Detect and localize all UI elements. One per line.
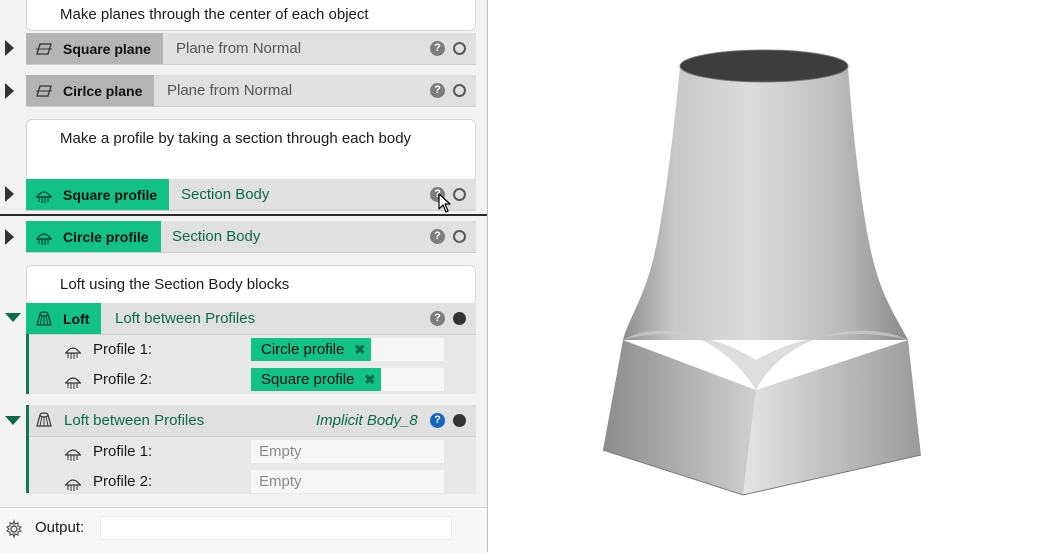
parameter-placeholder: Empty [259,473,302,490]
plane-icon [34,39,54,59]
block-header[interactable]: Cirlce plane Plane from Normal ? [26,75,476,107]
expand-arrow-icon[interactable] [5,186,14,202]
lofted-solid-render [602,49,922,496]
gear-icon[interactable] [4,519,24,539]
block-parameters: Profile 1: Circle profile ✖ Profile 2: S… [29,335,476,394]
block-type-chip[interactable]: Square profile [26,179,170,210]
reference-label: Square profile [261,371,355,388]
parameter-input[interactable]: Circle profile ✖ [251,338,444,361]
block-header[interactable]: Loft Loft between Profiles ? [26,303,476,335]
square-profile-block[interactable]: Square profile Section Body ? [26,179,476,211]
block-parameters: Profile 1: Empty Profile 2: Empty [29,437,476,494]
block-type-label: Square plane [63,40,151,57]
output-bar: Output: [0,507,487,553]
block-type-label: Circle profile [63,228,149,245]
collapse-arrow-icon[interactable] [5,416,21,425]
block-header[interactable]: Square profile Section Body ? [26,179,476,211]
help-icon[interactable]: ? [430,229,445,244]
section-icon [34,185,54,205]
parameter-row: Profile 1: Empty [29,437,476,467]
comment-text: Loft using the Section Body blocks [60,276,290,293]
loft-icon [34,410,54,430]
circle-plane-block[interactable]: Cirlce plane Plane from Normal ? [26,75,476,107]
block-header[interactable]: Loft between Profiles Implicit Body_8 ? [29,405,476,437]
block-type-chip[interactable]: Loft [26,303,102,334]
expand-arrow-icon[interactable] [5,40,14,56]
loft-block[interactable]: Loft Loft between Profiles ? Profile 1: … [26,303,476,394]
parameter-row: Profile 1: Circle profile ✖ [29,335,476,365]
insertion-divider [0,214,487,216]
block-operation-label: Loft between Profiles [115,310,256,327]
comment-text: Make planes through the center of each o… [60,6,369,23]
output-label: Output: [35,519,85,536]
comment-box[interactable]: Make a profile by taking a section throu… [26,119,476,181]
remove-icon[interactable]: ✖ [354,342,365,358]
comment-box[interactable]: Make planes through the center of each o… [26,0,476,31]
help-icon[interactable]: ? [430,41,445,56]
visibility-toggle-icon[interactable] [453,84,466,97]
expand-arrow-icon[interactable] [5,83,14,99]
visibility-toggle-icon[interactable] [453,414,466,427]
reference-chip[interactable]: Circle profile ✖ [251,338,372,361]
help-icon[interactable]: ? [430,413,445,428]
comment-text: Make a profile by taking a section throu… [60,130,412,147]
mouse-cursor-icon [438,193,451,213]
visibility-toggle-icon[interactable] [453,312,466,325]
parameter-input[interactable]: Empty [251,470,444,493]
visibility-toggle-icon[interactable] [453,188,466,201]
visibility-toggle-icon[interactable] [453,230,466,243]
parameter-label: Profile 1: [93,443,153,460]
block-operation-label: Section Body [181,186,270,203]
square-plane-block[interactable]: Square plane Plane from Normal ? [26,33,476,65]
parameter-label: Profile 2: [93,371,153,388]
block-output-label: Implicit Body_8 [316,412,418,429]
expand-arrow-icon[interactable] [5,229,14,245]
block-operation-label: Plane from Normal [176,40,302,57]
circle-profile-block[interactable]: Circle profile Section Body ? [26,221,476,253]
section-icon [63,371,83,391]
reference-chip[interactable]: Square profile ✖ [251,368,382,391]
visibility-toggle-icon[interactable] [453,42,466,55]
block-type-chip[interactable]: Circle profile [26,221,161,252]
section-icon [63,443,83,463]
block-type-chip[interactable]: Square plane [26,33,163,64]
collapse-arrow-icon[interactable] [5,313,21,322]
block-operation-label: Loft between Profiles [64,412,205,429]
block-type-label: Cirlce plane [63,82,143,99]
remove-icon[interactable]: ✖ [364,372,375,388]
parameter-placeholder: Empty [259,443,302,460]
block-operation-label: Section Body [172,228,261,245]
block-operation-label: Plane from Normal [167,82,293,99]
parameter-row: Profile 2: Square profile ✖ [29,365,476,395]
parameter-label: Profile 2: [93,473,153,490]
help-icon[interactable]: ? [430,311,445,326]
help-icon[interactable]: ? [430,83,445,98]
parameter-row: Profile 2: Empty [29,467,476,497]
section-icon [63,473,83,493]
loft-icon [34,309,54,329]
parameter-input[interactable]: Square profile ✖ [251,368,444,391]
block-type-chip[interactable]: Cirlce plane [26,75,155,106]
plane-icon [34,81,54,101]
loft-implicit-block[interactable]: Loft between Profiles Implicit Body_8 ? … [26,405,476,494]
graph-panel: Make planes through the center of each o… [0,0,488,553]
parameter-label: Profile 1: [93,341,153,358]
block-header[interactable]: Square plane Plane from Normal ? [26,33,476,65]
parameter-input[interactable]: Empty [251,440,444,463]
block-header[interactable]: Circle profile Section Body ? [26,221,476,253]
section-icon [34,227,54,247]
comment-box[interactable]: Loft using the Section Body blocks [26,265,476,305]
section-icon [63,341,83,361]
3d-viewport[interactable] [488,0,1056,552]
output-field[interactable] [100,516,452,540]
reference-label: Circle profile [261,341,345,358]
block-type-label: Loft [63,310,90,327]
block-type-label: Square profile [63,186,158,203]
